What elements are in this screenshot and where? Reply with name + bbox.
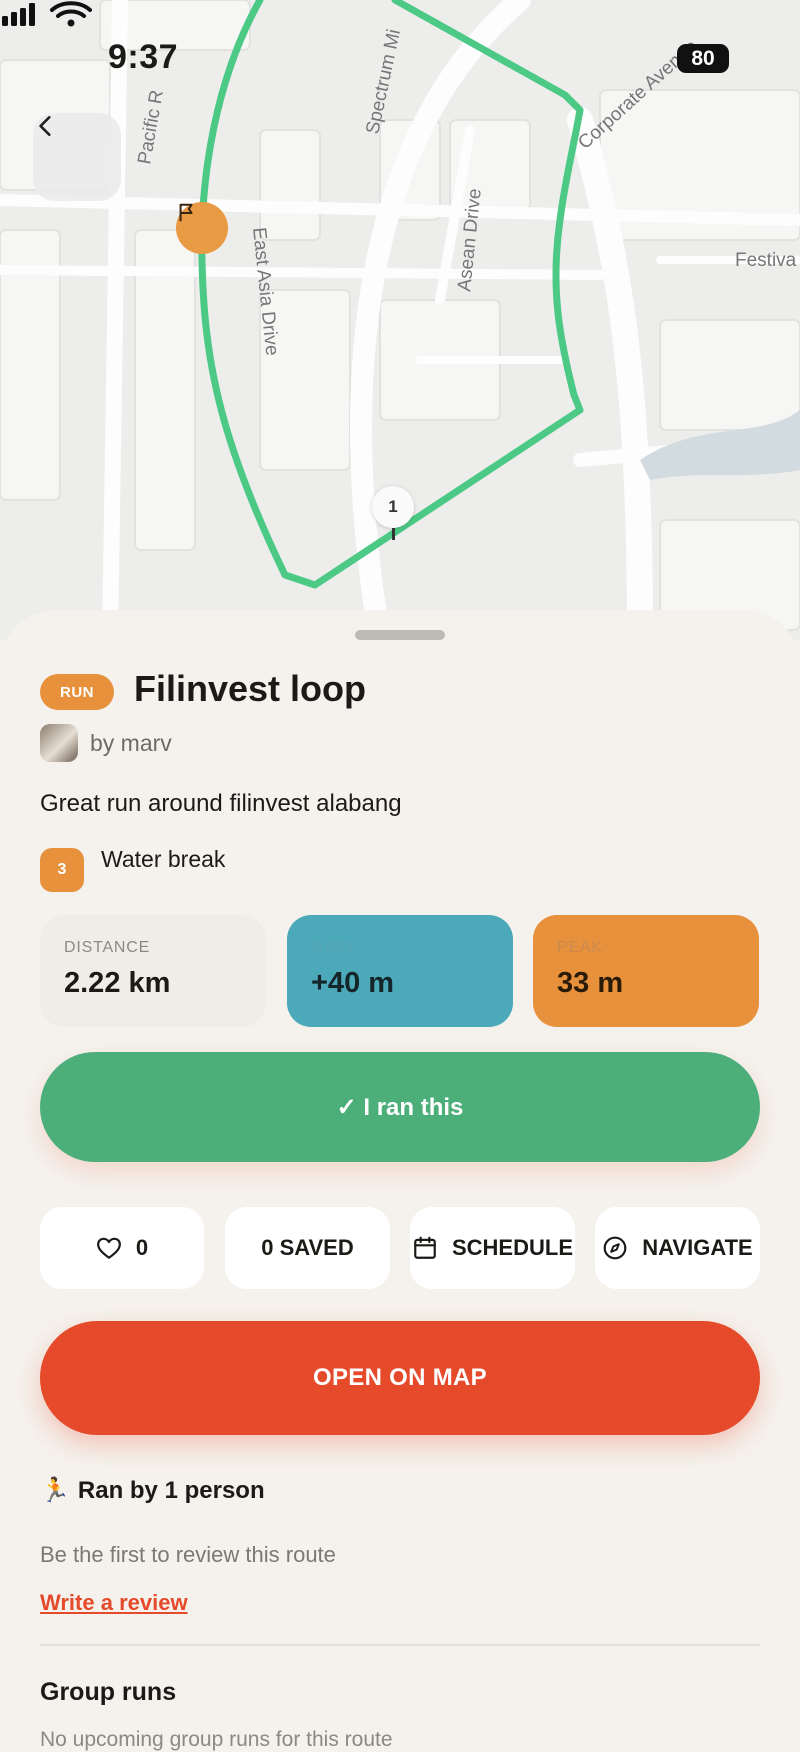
saved-count-label: 0 SAVED — [261, 1235, 354, 1260]
navigate-button[interactable]: NAVIGATE — [595, 1207, 760, 1289]
i-ran-this-button[interactable]: ✓ I ran this — [40, 1052, 760, 1162]
review-prompt: Be the first to review this route — [40, 1542, 336, 1567]
open-on-map-button[interactable]: OPEN ON MAP — [40, 1321, 760, 1435]
save-button[interactable]: 0 SAVED — [225, 1207, 390, 1289]
navigate-label: NAVIGATE — [642, 1235, 753, 1260]
waypoint-label: Water break — [101, 846, 226, 872]
activity-type-badge: RUN — [40, 674, 114, 710]
write-review-link[interactable]: Write a review — [40, 1590, 188, 1616]
sheet-drag-handle[interactable] — [355, 630, 445, 640]
waypoint-number-badge: 3 — [40, 848, 84, 892]
start-flag-marker[interactable] — [176, 202, 228, 254]
battery-indicator: 80 — [677, 44, 729, 73]
km-marker-tick — [392, 528, 395, 540]
stat-gain: GAIN +40 m — [287, 915, 513, 1027]
schedule-label: SCHEDULE — [451, 1235, 573, 1260]
ran-by-summary: 🏃 Ran by 1 person — [40, 1476, 265, 1505]
km-marker[interactable]: 1 — [372, 486, 414, 528]
street-label-festival: Festiva — [735, 250, 797, 271]
like-count: 0 — [135, 1235, 149, 1260]
schedule-button[interactable]: SCHEDULE — [410, 1207, 575, 1289]
flag-icon — [179, 203, 193, 222]
route-map[interactable]: Pacific R Spectrum Mi Corporate Avenue E… — [0, 0, 800, 640]
runner-icon: 🏃 — [40, 1477, 70, 1504]
author-avatar[interactable] — [40, 724, 78, 762]
chevron-left-icon — [39, 116, 51, 136]
stat-gain-label: GAIN — [311, 939, 354, 956]
stat-gain-value: +40 m — [311, 967, 395, 999]
section-divider — [40, 1644, 760, 1646]
group-runs-title: Group runs — [40, 1678, 177, 1706]
route-title: Filinvest loop — [134, 668, 367, 709]
signal-wifi-icon — [2, 1, 92, 27]
route-detail-sheet: RUN Filinvest loop by marv Great run aro… — [0, 610, 800, 1751]
stat-distance: DISTANCE 2.22 km — [40, 915, 266, 1027]
back-button[interactable] — [33, 113, 121, 201]
status-bar: 9:37 80 — [0, 0, 800, 110]
like-button[interactable]: 0 — [40, 1207, 204, 1289]
stat-peak: PEAK 33 m — [533, 915, 759, 1027]
stat-distance-label: DISTANCE — [64, 939, 151, 956]
compass-icon — [603, 1236, 627, 1260]
author-name[interactable]: by marv — [90, 730, 172, 757]
stat-peak-label: PEAK — [557, 939, 603, 956]
stat-distance-value: 2.22 km — [64, 967, 171, 999]
group-runs-subtitle: No upcoming group runs for this route — [40, 1728, 393, 1751]
heart-icon — [96, 1237, 121, 1259]
stat-peak-value: 33 m — [557, 967, 624, 999]
route-description: Great run around filinvest alabang — [40, 790, 402, 817]
ran-by-text: Ran by 1 person — [77, 1476, 265, 1504]
calendar-icon — [414, 1236, 436, 1259]
status-time: 9:37 — [108, 38, 179, 76]
